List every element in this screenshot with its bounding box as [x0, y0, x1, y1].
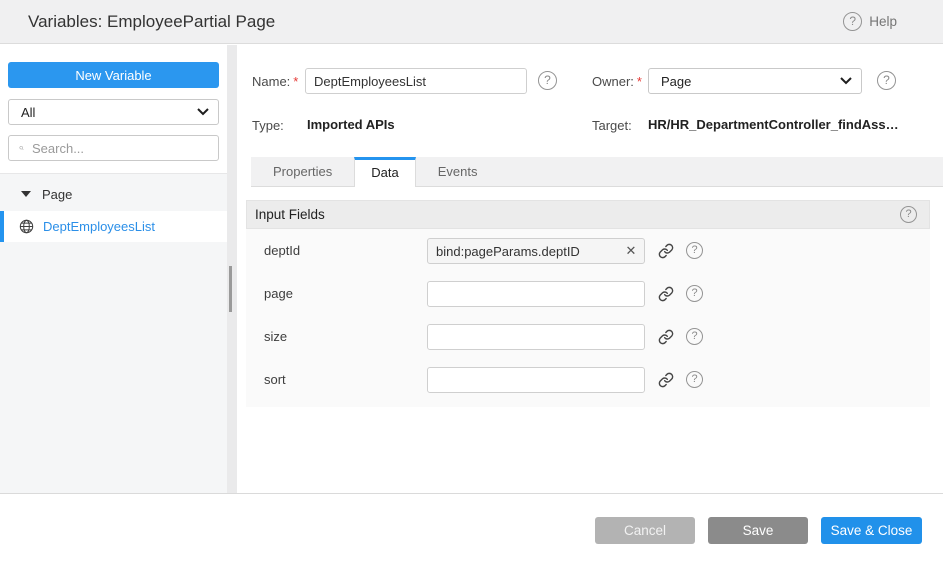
editor-tabs: Properties Data Events: [251, 157, 943, 187]
variables-dialog: Variables: EmployeePartial Page Help New…: [0, 0, 943, 563]
scrollbar-thumb[interactable]: [229, 266, 232, 312]
page-input[interactable]: [427, 281, 645, 307]
param-input-wrap: [427, 281, 645, 307]
chevron-down-icon: [840, 77, 852, 85]
tree-group-page[interactable]: Page: [0, 180, 227, 208]
cancel-button[interactable]: Cancel: [595, 517, 695, 544]
tree-item-deptemployeeslist[interactable]: DeptEmployeesList: [0, 211, 227, 242]
param-row-size: size: [246, 324, 930, 350]
target-field-label: Target:: [592, 118, 632, 133]
save-button[interactable]: Save: [708, 517, 808, 544]
input-fields-help-icon[interactable]: [900, 206, 917, 223]
link-icon[interactable]: [658, 243, 674, 259]
caret-down-icon[interactable]: [21, 191, 31, 197]
param-label: page: [264, 286, 293, 301]
input-fields-body: deptId page: [246, 229, 930, 407]
sidebar-controls: New Variable All: [0, 45, 227, 161]
owner-select[interactable]: Page: [648, 68, 862, 94]
new-variable-button[interactable]: New Variable: [8, 62, 219, 88]
type-field-label: Type:: [252, 118, 284, 133]
help-icon: [843, 12, 862, 31]
search-input[interactable]: [32, 141, 208, 156]
target-value: HR/HR_DepartmentController_findAss…: [648, 117, 899, 132]
owner-field-label: Owner: *: [592, 68, 642, 94]
param-label: size: [264, 329, 287, 344]
link-icon[interactable]: [658, 372, 674, 388]
search-icon: [19, 141, 24, 155]
variable-editor-panel: Name: * Owner: * Page Type: Imported API…: [237, 45, 943, 493]
clear-icon[interactable]: [622, 242, 640, 260]
required-asterisk: *: [293, 74, 298, 89]
param-label: deptId: [264, 243, 300, 258]
section-title: Input Fields: [255, 207, 900, 222]
dialog-header: Variables: EmployeePartial Page Help: [0, 0, 943, 44]
globe-icon: [19, 219, 34, 234]
owner-help-icon[interactable]: [877, 71, 896, 90]
page-title: Variables: EmployeePartial Page: [28, 12, 275, 32]
param-input-wrap: [427, 324, 645, 350]
param-input-wrap: [427, 367, 645, 393]
param-help-icon[interactable]: [686, 242, 703, 259]
help-label: Help: [869, 14, 897, 29]
chevron-down-icon: [197, 108, 209, 116]
input-fields-header: Input Fields: [246, 200, 930, 229]
link-icon[interactable]: [658, 329, 674, 345]
size-input[interactable]: [427, 324, 645, 350]
tab-properties[interactable]: Properties: [251, 157, 354, 186]
variables-sidebar: New Variable All Page DeptEmployeesList: [0, 45, 227, 493]
param-input-wrap: [427, 238, 645, 264]
param-label: sort: [264, 372, 286, 387]
owner-select-value: Page: [661, 74, 840, 89]
deptid-input[interactable]: [427, 238, 645, 264]
param-help-icon[interactable]: [686, 371, 703, 388]
help-button[interactable]: Help: [843, 12, 897, 31]
variables-tree: Page DeptEmployeesList: [0, 173, 227, 493]
sort-input[interactable]: [427, 367, 645, 393]
save-and-close-button[interactable]: Save & Close: [821, 517, 922, 544]
param-row-page: page: [246, 281, 930, 307]
type-value: Imported APIs: [307, 117, 395, 132]
filter-select-value: All: [21, 105, 197, 120]
sidebar-main-divider: [227, 45, 237, 493]
param-row-deptid: deptId: [246, 238, 930, 264]
param-help-icon[interactable]: [686, 328, 703, 345]
variable-filter-select[interactable]: All: [8, 99, 219, 125]
dialog-footer: Cancel Save Save & Close: [0, 493, 943, 563]
tree-item-label: DeptEmployeesList: [43, 219, 155, 234]
link-icon[interactable]: [658, 286, 674, 302]
name-field-label: Name: *: [252, 68, 298, 94]
name-input[interactable]: [305, 68, 527, 94]
required-asterisk: *: [637, 74, 642, 89]
tree-group-label: Page: [42, 187, 72, 202]
param-help-icon[interactable]: [686, 285, 703, 302]
name-help-icon[interactable]: [538, 71, 557, 90]
param-row-sort: sort: [246, 367, 930, 393]
input-fields-section: Input Fields deptId page: [246, 200, 930, 407]
search-box: [8, 135, 219, 161]
tab-data[interactable]: Data: [354, 157, 415, 187]
tab-events[interactable]: Events: [416, 157, 500, 186]
